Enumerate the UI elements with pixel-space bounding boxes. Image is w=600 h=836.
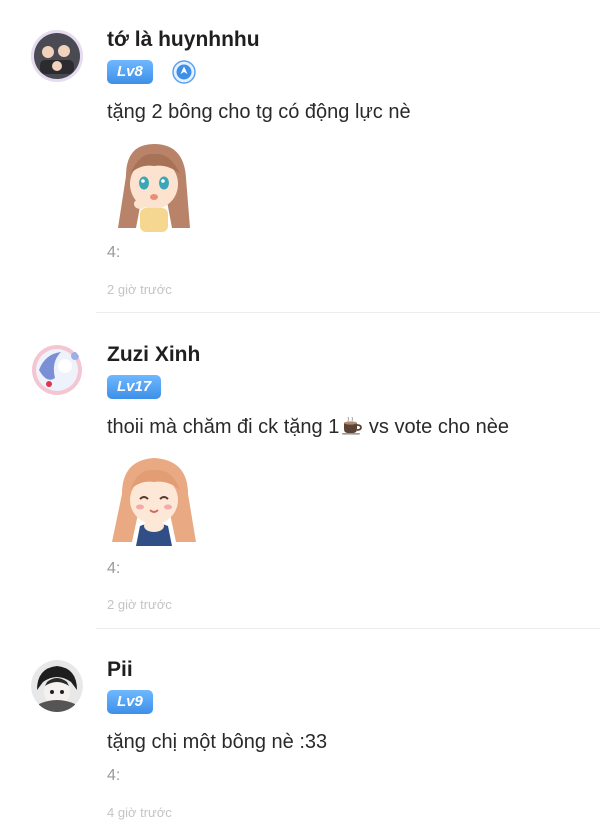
- level-badge: Lv9: [107, 690, 153, 714]
- comment-item: Pii Lv9 tặng chị một bông nè :33 4: 4 gi…: [0, 0, 600, 836]
- comment-text: tặng chị một bông nè :33: [107, 731, 328, 753]
- reply-count[interactable]: 4:: [107, 767, 120, 785]
- username[interactable]: Pii: [107, 658, 133, 682]
- timestamp: 4 giờ trước: [107, 805, 172, 820]
- avatar[interactable]: [31, 660, 83, 712]
